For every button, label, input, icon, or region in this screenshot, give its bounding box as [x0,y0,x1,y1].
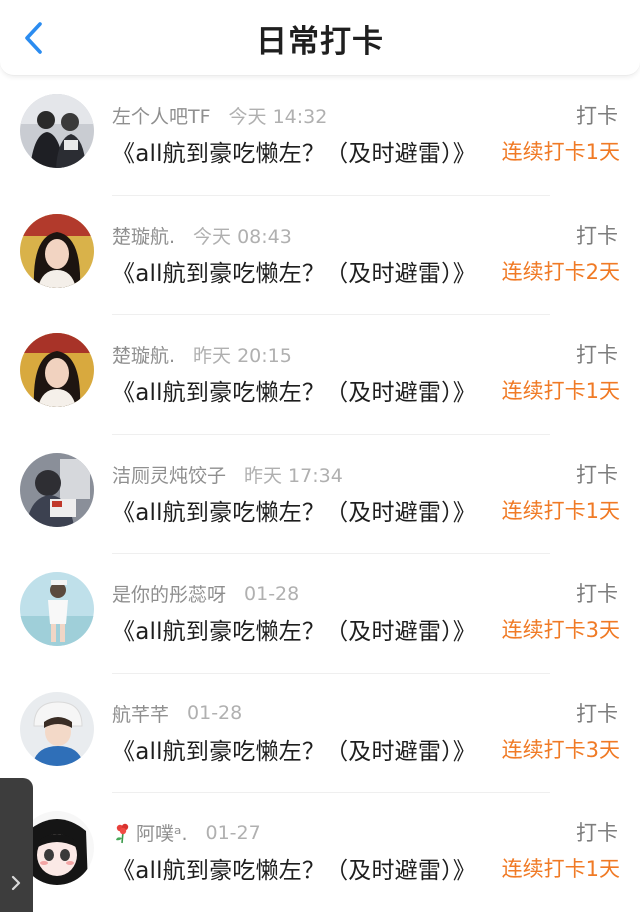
streak-badge: 连续打卡1天 [501,140,620,164]
avatar[interactable] [20,94,94,168]
flower-icon [112,822,134,844]
entry-meta: 阿噗ᵃ. 01-27 [112,819,261,846]
checkin-content[interactable]: 《all航到豪吃懒左？（及时避雷）》 [112,373,476,407]
entry-meta: 洁厕灵炖饺子 昨天 17:34 [112,461,343,488]
checkin-label: 打卡 [576,821,618,845]
checkin-content[interactable]: 《all航到豪吃懒左？（及时避雷）》 [112,493,476,527]
avatar[interactable] [20,333,94,407]
streak-badge: 连续打卡2天 [501,259,620,284]
list-item[interactable]: 洁厕灵炖饺子 昨天 17:34 打卡 《all航到豪吃懒左？（及时避雷）》 连续… [0,435,640,555]
username[interactable]: 阿噗ᵃ. [136,819,187,846]
list-item[interactable]: 航芊芊 01-28 打卡 《all航到豪吃懒左？（及时避雷）》 连续打卡3天 [0,674,640,794]
list-item[interactable]: 是你的彤蕊呀 01-28 打卡 《all航到豪吃懒左？（及时避雷）》 连续打卡3… [0,554,640,674]
checkin-content[interactable]: 《all航到豪吃懒左？（及时避雷）》 [112,134,476,168]
avatar[interactable] [20,691,94,766]
list-item[interactable]: 楚璇航. 昨天 20:15 打卡 《all航到豪吃懒左？（及时避雷）》 连续打卡… [0,315,640,435]
list-item[interactable]: 阿噗ᵃ. 01-27 打卡 《all航到豪吃懒左？（及时避雷）》 连续打卡1天 [0,793,640,912]
streak-badge: 连续打卡3天 [501,618,620,642]
checkin-label: 打卡 [576,223,618,248]
entry-meta: 航芊芊 01-28 [112,700,242,727]
streak-badge: 连续打卡1天 [501,379,620,403]
username[interactable]: 楚璇航. [112,341,175,368]
entry-meta: 是你的彤蕊呀 01-28 [112,580,299,607]
timestamp: 今天 14:32 [228,106,328,128]
timestamp: 01-27 [205,821,261,844]
username[interactable]: 楚璇航. [112,222,175,249]
avatar[interactable] [20,572,94,646]
checkin-label: 打卡 [576,104,618,128]
timestamp: 昨天 17:34 [244,464,343,487]
checkin-content[interactable]: 《all航到豪吃懒左？（及时避雷）》 [112,851,476,885]
entry-meta: 楚璇航. 昨天 20:15 [112,341,292,368]
checkin-label: 打卡 [576,343,618,367]
checkin-label: 打卡 [576,701,618,726]
checkin-label: 打卡 [576,462,618,487]
username[interactable]: 洁厕灵炖饺子 [112,461,226,488]
streak-badge: 连续打卡1天 [501,498,620,523]
username[interactable]: 航芊芊 [112,700,169,727]
timestamp: 今天 08:43 [193,225,292,248]
chevron-right-icon [11,875,21,891]
list-item[interactable]: 左个人吧TF 今天 14:32 打卡 《all航到豪吃懒左？（及时避雷）》 连续… [0,76,640,196]
checkin-label: 打卡 [576,582,618,606]
checkin-list: 左个人吧TF 今天 14:32 打卡 《all航到豪吃懒左？（及时避雷）》 连续… [0,76,640,912]
timestamp: 01-28 [244,582,300,605]
streak-badge: 连续打卡1天 [501,857,620,881]
checkin-content[interactable]: 《all航到豪吃懒左？（及时避雷）》 [112,254,476,288]
entry-meta: 左个人吧TF 今天 14:32 [112,102,327,129]
page-title: 日常打卡 [256,24,384,60]
side-drawer-tab[interactable] [0,778,33,912]
checkin-content[interactable]: 《all航到豪吃懒左？（及时避雷）》 [112,612,476,646]
username[interactable]: 左个人吧TF [112,102,211,129]
checkin-content[interactable]: 《all航到豪吃懒左？（及时避雷）》 [112,732,476,766]
username[interactable]: 是你的彤蕊呀 [112,580,226,607]
avatar[interactable] [20,213,94,288]
header-bar: 日常打卡 [0,0,640,76]
avatar[interactable] [20,452,94,527]
timestamp: 01-28 [187,702,243,724]
timestamp: 昨天 20:15 [193,345,292,367]
list-item[interactable]: 楚璇航. 今天 08:43 打卡 《all航到豪吃懒左？（及时避雷）》 连续打卡… [0,196,640,316]
entry-meta: 楚璇航. 今天 08:43 [112,222,292,249]
streak-badge: 连续打卡3天 [501,737,620,762]
